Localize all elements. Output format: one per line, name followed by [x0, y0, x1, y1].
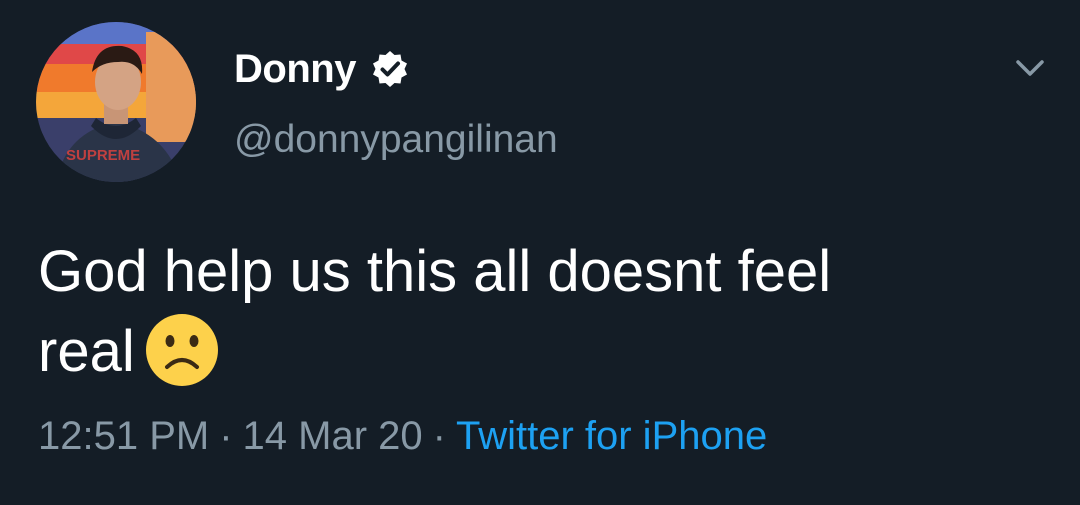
avatar[interactable]: SUPREME [36, 22, 196, 182]
tweet-source-link[interactable]: Twitter for iPhone [456, 414, 767, 458]
author-handle[interactable]: @donnypangilinan [234, 118, 558, 162]
tweet-time: 12:51 PM [38, 414, 210, 458]
tweet-meta: 12:51 PM · 14 Mar 20 · Twitter for iPhone [38, 414, 767, 459]
tweet-date: 14 Mar 20 [242, 414, 423, 458]
author-name-row: Donny [234, 42, 410, 96]
tweet-text: God help us this all doesnt feel real [38, 232, 1038, 392]
tweet-text-line-2-words: real [38, 319, 135, 384]
tweet-text-line-2: real [38, 312, 1038, 392]
display-name[interactable]: Donny [234, 47, 356, 92]
tweet-text-line-1: God help us this all doesnt feel [38, 239, 832, 304]
tweet-card: SUPREME Donny @donnypangilinan God help … [0, 0, 1080, 505]
chevron-down-icon[interactable] [1010, 48, 1050, 88]
verified-badge-icon [370, 49, 410, 89]
frowning-face-emoji [145, 313, 219, 387]
meta-separator: · [432, 414, 446, 458]
svg-text:SUPREME: SUPREME [66, 147, 140, 164]
meta-separator: · [219, 414, 233, 458]
